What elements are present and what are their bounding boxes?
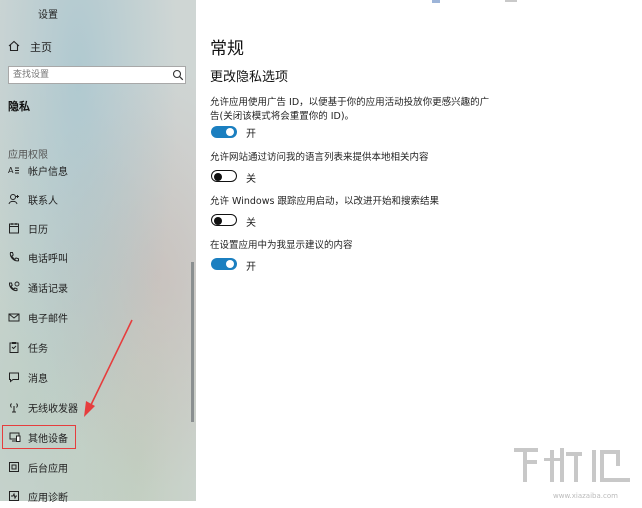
sidebar-item-label: 消息 xyxy=(28,374,48,385)
sidebar-item-label: 通话记录 xyxy=(28,284,68,295)
call-history-icon xyxy=(8,281,20,293)
toggle-knob xyxy=(214,216,222,225)
search-box[interactable] xyxy=(8,66,186,84)
radio-icon xyxy=(8,401,20,413)
setting-advertising-id-description: 允许应用使用广告 ID，以便基于你的应用活动投放你更感兴趣的广告(关闭该模式将会… xyxy=(210,97,490,122)
sidebar-item-label: 电子邮件 xyxy=(28,314,68,325)
watermark-text: www.xiazaiba.com xyxy=(553,492,618,500)
phone-icon xyxy=(8,251,20,263)
tasks-icon xyxy=(8,341,20,353)
sidebar-item-label: 应用诊断 xyxy=(28,493,68,504)
sidebar-item-call-history[interactable]: 通话记录 xyxy=(0,275,190,299)
advertising-id-state: 开 xyxy=(246,129,256,140)
toggle-knob xyxy=(226,260,234,268)
toggle-knob xyxy=(226,128,234,136)
sidebar-item-app-diagnostics[interactable]: 应用诊断 xyxy=(0,484,190,508)
search-input[interactable] xyxy=(13,68,163,82)
app-diagnostics-icon xyxy=(8,490,20,502)
app-launch-tracking-state: 关 xyxy=(246,218,256,229)
background-apps-icon xyxy=(8,461,20,473)
sidebar-item-label: 后台应用 xyxy=(28,464,68,475)
setting-app-launch-tracking-description: 允许 Windows 跟踪应用启动，以改进开始和搜索结果 xyxy=(210,196,439,207)
watermark-logo xyxy=(514,448,630,482)
sidebar-item-account-info[interactable]: A 帐户信息 xyxy=(0,158,190,182)
suggested-content-toggle[interactable] xyxy=(211,258,237,270)
account-info-icon: A xyxy=(8,164,20,176)
window-control-accent xyxy=(432,0,440,3)
sidebar-item-contacts[interactable]: 联系人 xyxy=(0,187,190,211)
window-title: 设置 xyxy=(38,10,58,21)
section-title: 隐私 xyxy=(8,100,30,113)
suggested-content-state: 开 xyxy=(246,262,256,273)
message-icon xyxy=(8,371,20,383)
sidebar-item-phone[interactable]: 电话呼叫 xyxy=(0,245,190,269)
email-icon xyxy=(8,311,20,323)
language-list-state: 关 xyxy=(246,174,256,185)
sidebar-item-calendar[interactable]: 日历 xyxy=(0,216,190,240)
sidebar-item-label: 帐户信息 xyxy=(28,167,68,178)
advertising-id-toggle[interactable] xyxy=(211,126,237,138)
home-label: 主页 xyxy=(30,41,52,54)
sidebar-item-other-devices[interactable]: 其他设备 xyxy=(2,425,76,449)
toggle-knob xyxy=(214,172,222,181)
window-control-edge xyxy=(505,0,517,2)
other-devices-icon xyxy=(9,431,21,443)
sidebar-item-label: 联系人 xyxy=(28,196,58,207)
setting-language-list-description: 允许网站通过访问我的语言列表来提供本地相关内容 xyxy=(210,152,429,163)
sidebar: 设置 主页 隐私 应用权限 A 帐户信息 联系人 日历 电话 xyxy=(0,0,196,504)
sidebar-item-label: 其他设备 xyxy=(28,434,68,445)
sidebar-item-label: 电话呼叫 xyxy=(28,254,68,265)
contacts-icon xyxy=(8,193,20,205)
sidebar-item-label: 日历 xyxy=(28,225,48,236)
setting-suggested-content-description: 在设置应用中为我显示建议的内容 xyxy=(210,240,353,251)
subheading: 更改隐私选项 xyxy=(210,70,289,85)
page-title: 常规 xyxy=(210,39,244,59)
language-list-toggle[interactable] xyxy=(211,170,237,182)
search-icon[interactable] xyxy=(172,69,184,81)
home-nav-item[interactable]: 主页 xyxy=(0,34,196,58)
svg-text:A: A xyxy=(8,166,14,175)
app-launch-tracking-toggle[interactable] xyxy=(211,214,237,226)
sidebar-item-label: 任务 xyxy=(28,344,48,355)
sidebar-item-label: 无线收发器 xyxy=(28,404,78,415)
calendar-icon xyxy=(8,222,20,234)
annotation-arrow xyxy=(84,319,133,417)
sidebar-item-background-apps[interactable]: 后台应用 xyxy=(0,455,190,479)
home-icon xyxy=(8,40,20,52)
sidebar-scrollbar[interactable] xyxy=(191,262,194,422)
